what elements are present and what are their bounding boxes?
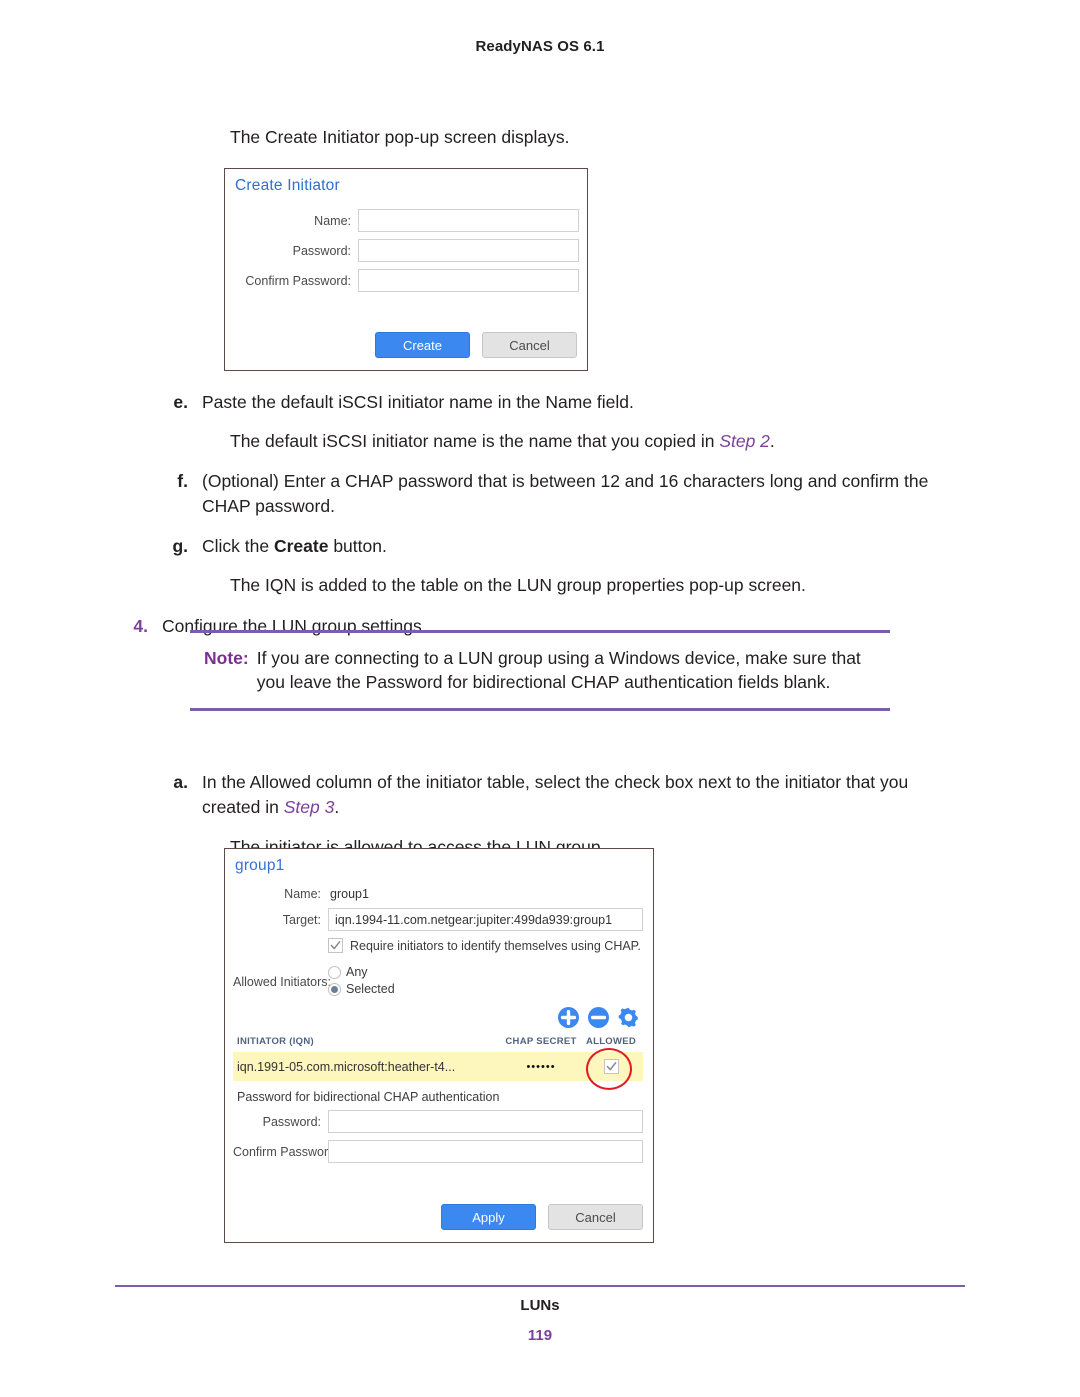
group-name-value: group1 [330,887,369,901]
cancel-button[interactable]: Cancel [482,332,577,358]
step-3-reference[interactable]: Step 3 [284,797,335,817]
step-g-bold-create: Create [273,535,329,556]
require-chap-label: Require initiators to identify themselve… [350,938,641,953]
running-head: ReadyNAS OS 6.1 [475,38,605,55]
group-name-label: Name: [284,887,321,901]
step-g-marker: g. [172,535,188,556]
name-field-row: Name: [233,209,579,232]
group-confirm-password-label: Confirm Password: [233,1144,339,1159]
step-e-text: Paste the default iSCSI initiator name i… [202,392,634,412]
create-initiator-button-row: Create Cancel [375,332,577,358]
radio-any[interactable] [328,965,341,979]
name-field-label: Name: [314,213,351,228]
password-field-row: Password: [233,239,579,262]
settings-gear-icon[interactable] [618,1007,639,1028]
confirm-password-field-row: Confirm Password: [233,269,579,292]
note-text: If you are connecting to a LUN group usi… [256,647,861,693]
iqn-added-paragraph: The IQN is added to the table on the LUN… [230,574,806,595]
step-g: g. Click the Create button. [150,534,950,559]
bidirectional-chap-note: Password for bidirectional CHAP authenti… [237,1090,500,1104]
radio-selected-dot [331,985,338,993]
default-iqn-paragraph: The default iSCSI initiator name is the … [230,429,950,454]
allowed-initiators-label: Allowed Initiators: [233,975,331,989]
password-input[interactable] [358,239,579,262]
group-confirm-password-input[interactable] [328,1140,643,1163]
group-cancel-button[interactable]: Cancel [548,1204,643,1230]
require-chap-checkbox[interactable] [328,938,343,953]
default-iqn-text-after: . [769,431,775,452]
note-content: Note: If you are connecting to a LUN gro… [190,633,890,709]
create-button[interactable]: Create [375,332,470,358]
column-header-iqn: INITIATOR (IQN) [237,1036,314,1047]
group-dialog-body: Name: group1 Target: iqn.1994-11.com.net… [225,875,653,1163]
intro-caption: The Create Initiator pop-up screen displ… [230,127,570,147]
password-field-label: Password: [292,243,351,258]
step-e-marker: e. [173,392,188,412]
radio-selected[interactable] [328,982,341,996]
confirm-password-input[interactable] [358,269,579,292]
step-2-reference[interactable]: Step 2 [719,431,770,451]
radio-any-row[interactable]: Any [328,965,643,979]
group-target-row: Target: iqn.1994-11.com.netgear:jupiter:… [233,908,643,931]
body-column: The Create Initiator pop-up screen displ… [150,125,950,150]
confirm-password-field-label: Confirm Password: [245,273,351,288]
group-password-input[interactable] [328,1110,643,1133]
group-target-input[interactable]: iqn.1994-11.com.netgear:jupiter:499da939… [328,908,643,931]
row-iqn-value: iqn.1991-05.com.microsoft:heather-t4... [237,1059,456,1074]
group-target-label: Target: [282,912,321,927]
step-e: e. Paste the default iSCSI initiator nam… [150,390,950,415]
chap-require-row: Require initiators to identify themselve… [233,938,643,953]
steps-column-upper: e. Paste the default iSCSI initiator nam… [133,390,950,640]
name-input[interactable] [358,209,579,232]
group-dialog-button-row: Apply Cancel [441,1204,643,1230]
row-chap-secret-value: •••••• [526,1060,556,1073]
group-confirm-password-row: Confirm Password: [233,1140,643,1163]
note-block: Note: If you are connecting to a LUN gro… [190,630,890,711]
group-password-row: Password: [233,1110,643,1133]
step-f: f. (Optional) Enter a CHAP password that… [150,469,950,520]
note-bottom-rule [190,708,890,711]
initiator-table-header: INITIATOR (IQN) CHAP SECRET ALLOWED [233,1033,643,1052]
group-password-label: Password: [262,1114,321,1129]
step-4-marker: 4. [133,616,148,637]
step-a-text: In the Allowed column of the initiator t… [202,770,950,821]
table-row[interactable]: iqn.1991-05.com.microsoft:heather-t4... … [233,1048,643,1090]
create-initiator-dialog-title: Create Initiator [235,177,340,194]
row-allowed-cell [583,1059,639,1074]
step-f-text: (Optional) Enter a CHAP password that is… [202,470,929,517]
step-a: a. In the Allowed column of the initiato… [150,770,950,821]
footer-rule [115,1285,965,1287]
allowed-initiators-row: Allowed Initiators: Any Selected [233,965,643,999]
column-header-chap-secret: CHAP SECRET [505,1036,577,1047]
initiator-table: INITIATOR (IQN) CHAP SECRET ALLOWED iqn.… [233,1033,643,1090]
step-a-marker: a. [173,772,188,792]
radio-selected-label: Selected [346,982,395,996]
create-initiator-form: Name: Password: Confirm Password: [225,195,587,292]
step-g-text: Click the Create button. [202,534,950,559]
apply-button[interactable]: Apply [441,1204,536,1230]
group-name-row: Name: group1 [233,887,643,901]
radio-any-label: Any [346,965,368,979]
create-initiator-dialog: Create Initiator Name: Password: Confirm… [224,168,588,371]
group-dialog-title: group1 [235,857,285,874]
page-number: 119 [527,1327,553,1344]
lun-group-properties-dialog: group1 Name: group1 Target: iqn.1994-11.… [224,848,654,1243]
initiator-table-toolbar [233,1007,643,1028]
default-iqn-text-before: The default iSCSI initiator name is the … [230,431,720,452]
steps-column-lower: a. In the Allowed column of the initiato… [150,770,950,860]
radio-selected-row[interactable]: Selected [328,982,643,996]
add-icon[interactable] [558,1007,579,1028]
step-a-text-after: . [334,797,340,818]
step-g-text-after: button. [328,535,387,556]
allowed-checkbox[interactable] [603,1059,619,1074]
footer-title: LUNs [520,1297,560,1314]
step-f-marker: f. [177,470,188,491]
step-g-text-before: Click the [202,535,274,556]
column-header-allowed: ALLOWED [585,1036,637,1047]
remove-icon[interactable] [588,1007,609,1028]
note-label: Note: [204,647,249,668]
